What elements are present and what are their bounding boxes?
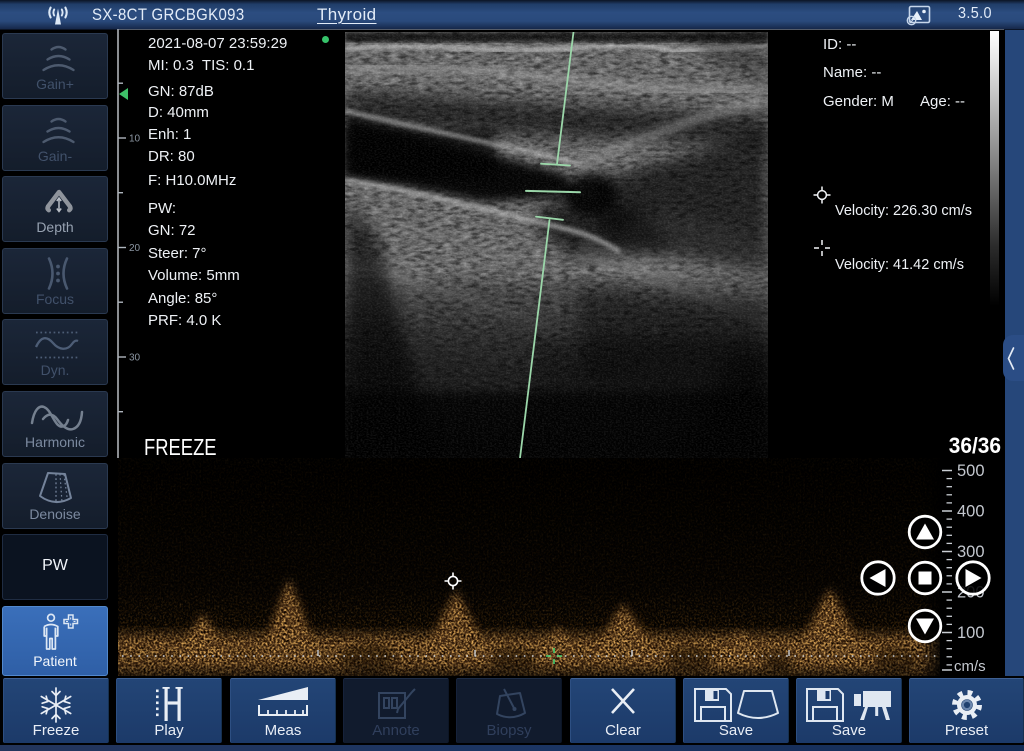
svg-text:cm/s: cm/s: [954, 658, 986, 675]
svg-text:500: 500: [957, 462, 985, 480]
svg-text:30: 30: [129, 353, 141, 364]
svg-text:10: 10: [129, 134, 141, 145]
svg-text:20: 20: [129, 243, 141, 254]
